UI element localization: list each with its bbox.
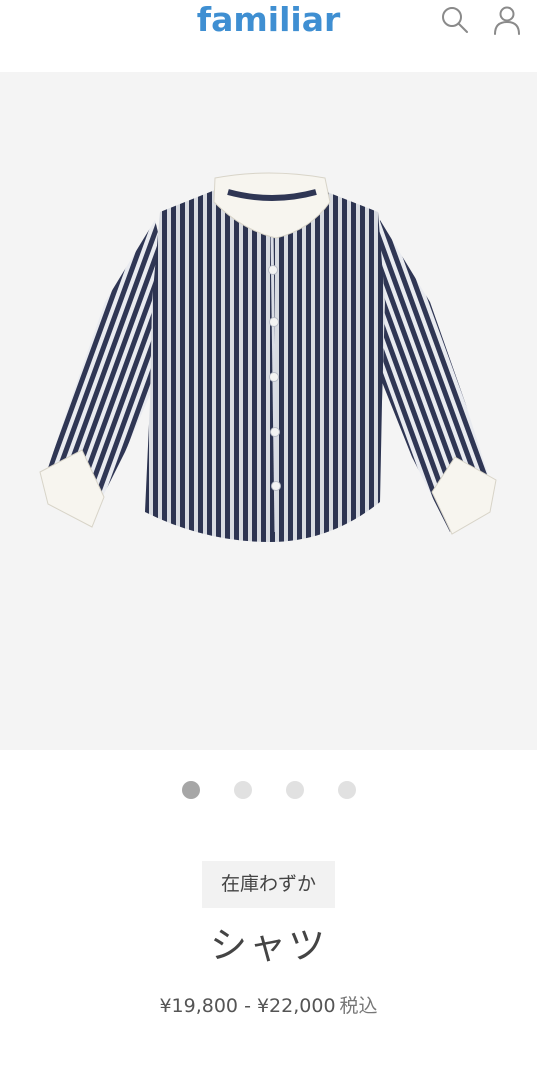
product-name: シャツ — [210, 924, 327, 967]
header-actions — [439, 4, 523, 36]
search-icon[interactable] — [439, 4, 471, 36]
product-image[interactable] — [0, 72, 537, 750]
site-header: familiar — [0, 0, 537, 72]
price-range: ¥19,800 - ¥22,000 — [159, 995, 336, 1017]
gallery-dot[interactable] — [233, 781, 252, 799]
gallery-pagination — [0, 750, 537, 830]
product-info: 在庫わずか シャツ ¥19,800 - ¥22,000 税込 — [0, 830, 537, 1080]
tax-label: 税込 — [339, 995, 378, 1017]
stock-badge: 在庫わずか — [202, 861, 335, 908]
product-price: ¥19,800 - ¥22,000 税込 — [0, 993, 537, 1019]
gallery-dot[interactable] — [337, 781, 356, 799]
gallery-dot[interactable] — [285, 781, 304, 799]
shirt-illustration — [39, 172, 497, 542]
user-icon[interactable] — [491, 4, 523, 36]
gallery-dot[interactable] — [181, 781, 200, 799]
